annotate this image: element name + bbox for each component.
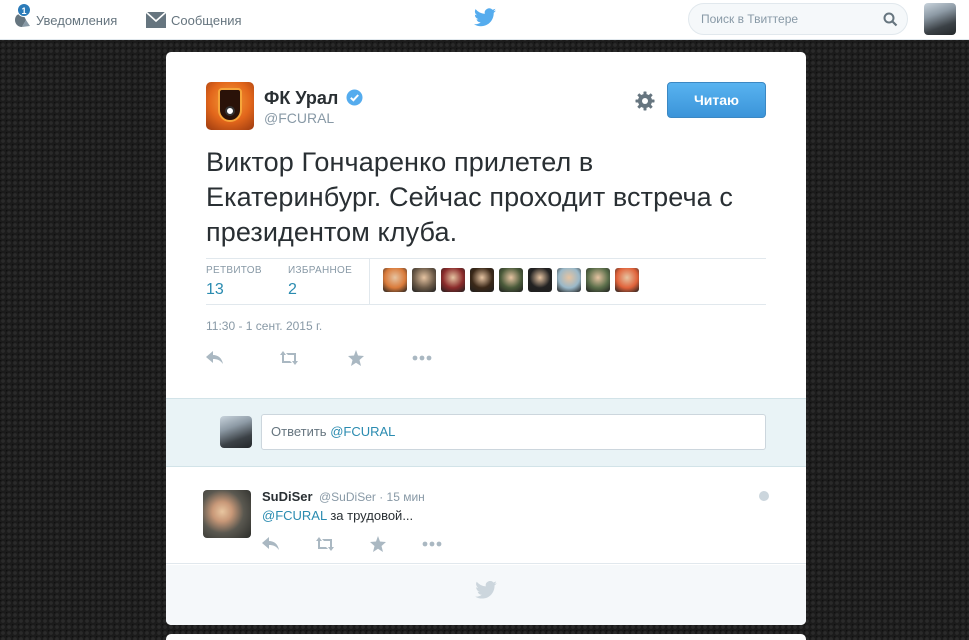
twitter-bird-icon (475, 581, 497, 599)
favorites-count: 2 (288, 281, 297, 298)
tweet-actions (206, 349, 462, 367)
tweet-text: Виктор Гончаренко прилетел в Екатеринбур… (206, 147, 733, 247)
retweets-count: 13 (206, 281, 224, 298)
favoriter-avatar[interactable] (383, 268, 407, 292)
next-card-edge (166, 634, 806, 640)
reply-author-avatar[interactable] (203, 490, 251, 538)
favorite-action[interactable] (348, 349, 364, 367)
reply-text-mention[interactable]: @FCURAL (262, 508, 327, 523)
favoriter-avatars (383, 268, 639, 292)
favoriter-avatar[interactable] (499, 268, 523, 292)
card-footer (166, 565, 806, 625)
reply-action[interactable] (206, 349, 224, 367)
reply-retweet-action[interactable] (314, 535, 336, 553)
stats-divider (369, 259, 370, 305)
reply-reply-action[interactable] (262, 535, 280, 553)
nav-notifications-label: Уведомления (36, 12, 118, 28)
reply-placeholder: Ответить (271, 424, 331, 439)
favoriter-avatar[interactable] (441, 268, 465, 292)
reply-text-body: за трудовой... (326, 508, 414, 523)
tweet-stats: РЕТВИТОВ 13 ИЗБРАННОЕ 2 (206, 258, 766, 305)
reply-icon (262, 537, 279, 550)
retweet-icon (280, 351, 298, 365)
favorites-stat[interactable]: ИЗБРАННОЕ 2 (288, 265, 352, 299)
favoriter-avatar[interactable] (557, 268, 581, 292)
reply-input[interactable]: Ответить @FCURAL (261, 414, 766, 450)
retweets-label: РЕТВИТОВ (206, 265, 262, 276)
twitter-logo-icon[interactable] (474, 8, 496, 32)
author-avatar[interactable] (206, 82, 254, 130)
search-input[interactable] (701, 12, 871, 26)
author-name[interactable]: ФК Урал (264, 88, 338, 109)
nav-notifications[interactable]: 1 Уведомления (12, 0, 117, 40)
reply-actions (262, 535, 472, 553)
nav-messages-label: Сообщения (171, 12, 242, 28)
search-icon[interactable] (883, 12, 898, 27)
reply-mention: @FCURAL (330, 424, 396, 439)
favoriter-avatar[interactable] (470, 268, 494, 292)
reply-compose-area: Ответить @FCURAL (166, 398, 806, 467)
reply-user-avatar (220, 416, 252, 448)
favoriter-avatar[interactable] (615, 268, 639, 292)
more-icon (422, 541, 442, 547)
reply-text: @FCURAL за трудовой... (262, 508, 413, 523)
favorites-label: ИЗБРАННОЕ (288, 265, 353, 276)
retweet-icon (316, 537, 334, 551)
reply-author-meta[interactable]: @SuDiSer · 15 мин (319, 490, 425, 504)
user-avatar[interactable] (924, 3, 956, 35)
reply-author-name[interactable]: SuDiSer (262, 489, 313, 504)
search-box[interactable] (688, 3, 908, 35)
reply-tweet[interactable]: SuDiSer @SuDiSer · 15 мин @FCURAL за тру… (166, 477, 806, 564)
conversation-icon (759, 491, 769, 501)
following-button[interactable]: Читаю (667, 82, 766, 118)
verified-badge-icon (346, 89, 363, 106)
star-icon (370, 536, 386, 552)
nav-messages[interactable]: Сообщения (146, 0, 242, 40)
reply-favorite-action[interactable] (370, 535, 386, 553)
favoriter-avatar[interactable] (412, 268, 436, 292)
retweet-action[interactable] (278, 349, 300, 367)
author-handle[interactable]: @FCURAL (264, 110, 334, 126)
more-action[interactable] (412, 349, 432, 367)
ball-icon (225, 106, 235, 116)
envelope-icon (146, 12, 166, 28)
retweets-stat[interactable]: РЕТВИТОВ 13 (206, 265, 262, 299)
top-navigation-bar: 1 Уведомления Сообщения (0, 0, 969, 40)
club-logo (218, 88, 242, 122)
gear-icon[interactable] (635, 91, 655, 111)
star-icon (348, 350, 364, 366)
reply-more-action[interactable] (422, 535, 442, 553)
favoriter-avatar[interactable] (586, 268, 610, 292)
tweet-timestamp[interactable]: 11:30 - 1 сент. 2015 г. (206, 319, 322, 333)
reply-icon (206, 351, 223, 364)
more-icon (412, 355, 432, 361)
favoriter-avatar[interactable] (528, 268, 552, 292)
tweet-permalink-card: ФК Урал @FCURAL Читаю Виктор Гончаренко … (166, 52, 806, 625)
notifications-badge: 1 (17, 3, 31, 17)
